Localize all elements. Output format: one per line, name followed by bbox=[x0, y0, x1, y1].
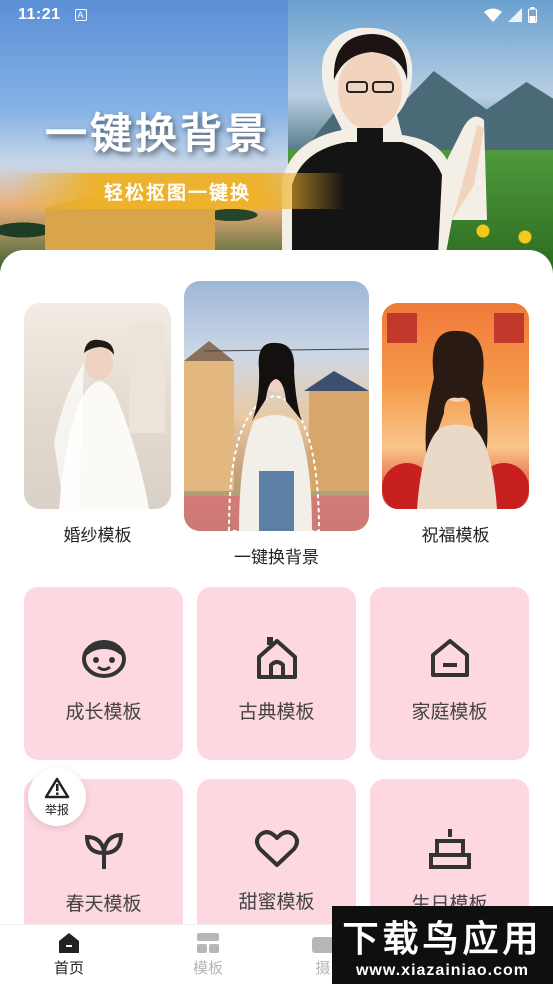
featured-blessing-label: 祝福模板 bbox=[421, 526, 490, 545]
featured-blessing-card[interactable] bbox=[382, 303, 529, 509]
hero-subtitle: 轻松抠图一键换 bbox=[103, 182, 251, 204]
featured-bg-change-card[interactable] bbox=[184, 281, 369, 531]
blessing-photo bbox=[382, 313, 529, 509]
home-nav-icon bbox=[59, 933, 79, 953]
signal-icon bbox=[508, 8, 522, 22]
leaf-icon bbox=[84, 832, 123, 869]
nav-home-label: 首页 bbox=[53, 960, 84, 977]
hero-title: 一键换背景 bbox=[45, 109, 271, 158]
status-bar: 11:21 A bbox=[0, 0, 553, 30]
featured-bg-change-label: 一键换背景 bbox=[234, 548, 319, 567]
tile-label: 春天模板 bbox=[65, 894, 142, 915]
report-label: 举报 bbox=[44, 802, 69, 817]
hero-subtitle-ribbon: 轻松抠图一键换 bbox=[10, 173, 345, 209]
classic-house-icon bbox=[256, 637, 297, 679]
nav-camera-label: 摄 bbox=[315, 960, 331, 977]
hero-banner[interactable]: 一键换背景 轻松抠图一键换 bbox=[0, 0, 553, 275]
nav-templates-label: 模板 bbox=[192, 960, 223, 977]
notification-icon: A bbox=[74, 9, 87, 21]
tile-label: 古典模板 bbox=[238, 702, 315, 723]
camera-nav-icon bbox=[312, 937, 334, 953]
tile-classic-template[interactable]: 古典模板 bbox=[197, 587, 356, 760]
watermark-logo: 下载鸟应用 www.xiazainiao.com bbox=[332, 906, 553, 984]
status-time: 11:21 bbox=[18, 6, 61, 23]
wifi-icon bbox=[484, 8, 502, 22]
tile-label: 成长模板 bbox=[65, 702, 142, 723]
hero-model-photo bbox=[282, 27, 487, 275]
watermark-url: www.xiazainiao.com bbox=[355, 962, 529, 979]
featured-wedding-label: 婚纱模板 bbox=[63, 526, 132, 545]
battery-icon bbox=[528, 7, 537, 23]
tile-label: 家庭模板 bbox=[411, 702, 488, 723]
home-icon bbox=[430, 639, 469, 677]
nav-templates[interactable]: 模板 bbox=[163, 933, 253, 978]
tile-growth-template[interactable]: 成长模板 bbox=[24, 587, 183, 760]
watermark-title: 下载鸟应用 bbox=[342, 919, 543, 960]
nav-home[interactable]: 首页 bbox=[24, 933, 114, 978]
template-nav-icon bbox=[197, 933, 219, 953]
warning-icon bbox=[44, 777, 70, 798]
heart-icon bbox=[254, 830, 299, 867]
baby-face-icon bbox=[81, 640, 126, 678]
tile-family-template[interactable]: 家庭模板 bbox=[370, 587, 529, 760]
bg-change-photo bbox=[184, 341, 369, 531]
status-icons bbox=[484, 7, 537, 23]
featured-wedding-card[interactable] bbox=[24, 303, 171, 509]
cake-icon bbox=[428, 829, 471, 869]
wedding-photo bbox=[54, 323, 165, 509]
tile-label: 甜蜜模板 bbox=[238, 892, 315, 913]
report-button[interactable]: 举报 bbox=[28, 768, 86, 826]
